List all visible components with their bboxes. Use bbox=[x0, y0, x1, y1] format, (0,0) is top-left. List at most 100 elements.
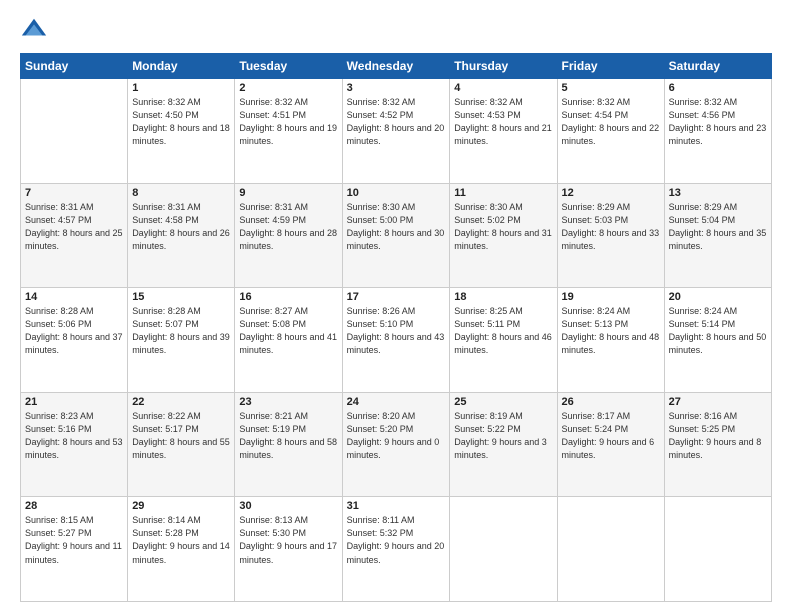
day-info: Sunrise: 8:20 AM Sunset: 5:20 PM Dayligh… bbox=[347, 410, 446, 462]
day-number: 2 bbox=[239, 82, 337, 94]
day-number: 12 bbox=[562, 187, 660, 199]
calendar-day-header: Saturday bbox=[664, 54, 771, 79]
logo-icon bbox=[20, 15, 48, 43]
day-number: 10 bbox=[347, 187, 446, 199]
calendar-cell: 21Sunrise: 8:23 AM Sunset: 5:16 PM Dayli… bbox=[21, 392, 128, 497]
calendar-cell: 13 Sunrise: 8:29 AM Sunset: 5:04 PM Dayli… bbox=[664, 183, 771, 288]
day-number: 27 bbox=[669, 396, 767, 408]
day-number: 8 bbox=[132, 187, 230, 199]
calendar-cell: 5 Sunrise: 8:32 AM Sunset: 4:54 PM Daylig… bbox=[557, 79, 664, 184]
day-number: 29 bbox=[132, 500, 230, 512]
day-info: Sunrise: 8:25 AM Sunset: 5:11 PM Dayligh… bbox=[454, 305, 552, 357]
calendar-cell: 20Sunrise: 8:24 AM Sunset: 5:14 PM Dayli… bbox=[664, 288, 771, 393]
calendar-week-row: 7 Sunrise: 8:31 AM Sunset: 4:57 PM Daylig… bbox=[21, 183, 772, 288]
calendar-cell: 27 Sunrise: 8:16 AM Sunset: 5:25 PM Dayli… bbox=[664, 392, 771, 497]
calendar-day-header: Thursday bbox=[450, 54, 557, 79]
day-number: 30 bbox=[239, 500, 337, 512]
day-info: Sunrise: 8:13 AM Sunset: 5:30 PM Dayligh… bbox=[239, 514, 337, 566]
header bbox=[20, 15, 772, 43]
day-number: 9 bbox=[239, 187, 337, 199]
calendar-cell: 12 Sunrise: 8:29 AM Sunset: 5:03 PM Dayli… bbox=[557, 183, 664, 288]
calendar-week-row: 21Sunrise: 8:23 AM Sunset: 5:16 PM Dayli… bbox=[21, 392, 772, 497]
day-info: Sunrise: 8:15 AM Sunset: 5:27 PM Dayligh… bbox=[25, 514, 123, 566]
day-info: Sunrise: 8:30 AM Sunset: 5:02 PM Dayligh… bbox=[454, 201, 552, 253]
day-info: Sunrise: 8:31 AM Sunset: 4:57 PM Dayligh… bbox=[25, 201, 123, 253]
day-number: 14 bbox=[25, 291, 123, 303]
logo bbox=[20, 15, 52, 43]
calendar-cell: 31 Sunrise: 8:11 AM Sunset: 5:32 PM Dayli… bbox=[342, 497, 450, 602]
day-info: Sunrise: 8:32 AM Sunset: 4:56 PM Dayligh… bbox=[669, 96, 767, 148]
day-info: Sunrise: 8:16 AM Sunset: 5:25 PM Dayligh… bbox=[669, 410, 767, 462]
calendar-cell bbox=[664, 497, 771, 602]
calendar-day-header: Sunday bbox=[21, 54, 128, 79]
calendar-cell: 28Sunrise: 8:15 AM Sunset: 5:27 PM Dayli… bbox=[21, 497, 128, 602]
calendar-cell: 9Sunrise: 8:31 AM Sunset: 4:59 PM Daylig… bbox=[235, 183, 342, 288]
calendar-cell: 7 Sunrise: 8:31 AM Sunset: 4:57 PM Daylig… bbox=[21, 183, 128, 288]
day-number: 6 bbox=[669, 82, 767, 94]
day-number: 7 bbox=[25, 187, 123, 199]
calendar-cell: 14 Sunrise: 8:28 AM Sunset: 5:06 PM Dayli… bbox=[21, 288, 128, 393]
day-info: Sunrise: 8:32 AM Sunset: 4:50 PM Dayligh… bbox=[132, 96, 230, 148]
calendar-cell: 11 Sunrise: 8:30 AM Sunset: 5:02 PM Dayli… bbox=[450, 183, 557, 288]
day-number: 25 bbox=[454, 396, 552, 408]
day-number: 1 bbox=[132, 82, 230, 94]
calendar-cell: 6 Sunrise: 8:32 AM Sunset: 4:56 PM Daylig… bbox=[664, 79, 771, 184]
day-number: 16 bbox=[239, 291, 337, 303]
calendar-table: SundayMondayTuesdayWednesdayThursdayFrid… bbox=[20, 53, 772, 602]
calendar-cell: 30 Sunrise: 8:13 AM Sunset: 5:30 PM Dayli… bbox=[235, 497, 342, 602]
day-info: Sunrise: 8:23 AM Sunset: 5:16 PM Dayligh… bbox=[25, 410, 123, 462]
calendar-cell: 3Sunrise: 8:32 AM Sunset: 4:52 PM Daylig… bbox=[342, 79, 450, 184]
calendar-day-header: Monday bbox=[128, 54, 235, 79]
day-info: Sunrise: 8:21 AM Sunset: 5:19 PM Dayligh… bbox=[239, 410, 337, 462]
day-number: 24 bbox=[347, 396, 446, 408]
day-number: 3 bbox=[347, 82, 446, 94]
calendar-cell: 4 Sunrise: 8:32 AM Sunset: 4:53 PM Daylig… bbox=[450, 79, 557, 184]
day-number: 4 bbox=[454, 82, 552, 94]
calendar-header-row: SundayMondayTuesdayWednesdayThursdayFrid… bbox=[21, 54, 772, 79]
day-info: Sunrise: 8:28 AM Sunset: 5:06 PM Dayligh… bbox=[25, 305, 123, 357]
calendar-cell bbox=[450, 497, 557, 602]
day-number: 23 bbox=[239, 396, 337, 408]
calendar-week-row: 28Sunrise: 8:15 AM Sunset: 5:27 PM Dayli… bbox=[21, 497, 772, 602]
day-info: Sunrise: 8:27 AM Sunset: 5:08 PM Dayligh… bbox=[239, 305, 337, 357]
calendar-week-row: 1 Sunrise: 8:32 AM Sunset: 4:50 PM Daylig… bbox=[21, 79, 772, 184]
day-info: Sunrise: 8:32 AM Sunset: 4:53 PM Dayligh… bbox=[454, 96, 552, 148]
day-info: Sunrise: 8:32 AM Sunset: 4:51 PM Dayligh… bbox=[239, 96, 337, 148]
day-number: 22 bbox=[132, 396, 230, 408]
day-number: 13 bbox=[669, 187, 767, 199]
day-number: 31 bbox=[347, 500, 446, 512]
calendar-cell: 1 Sunrise: 8:32 AM Sunset: 4:50 PM Daylig… bbox=[128, 79, 235, 184]
calendar-cell: 2 Sunrise: 8:32 AM Sunset: 4:51 PM Daylig… bbox=[235, 79, 342, 184]
calendar-cell: 15Sunrise: 8:28 AM Sunset: 5:07 PM Dayli… bbox=[128, 288, 235, 393]
calendar-cell: 18 Sunrise: 8:25 AM Sunset: 5:11 PM Dayli… bbox=[450, 288, 557, 393]
calendar-cell: 25Sunrise: 8:19 AM Sunset: 5:22 PM Dayli… bbox=[450, 392, 557, 497]
calendar-cell: 19Sunrise: 8:24 AM Sunset: 5:13 PM Dayli… bbox=[557, 288, 664, 393]
calendar-cell: 24 Sunrise: 8:20 AM Sunset: 5:20 PM Dayli… bbox=[342, 392, 450, 497]
day-info: Sunrise: 8:29 AM Sunset: 5:04 PM Dayligh… bbox=[669, 201, 767, 253]
calendar-cell: 8Sunrise: 8:31 AM Sunset: 4:58 PM Daylig… bbox=[128, 183, 235, 288]
calendar-day-header: Wednesday bbox=[342, 54, 450, 79]
day-info: Sunrise: 8:24 AM Sunset: 5:13 PM Dayligh… bbox=[562, 305, 660, 357]
day-number: 11 bbox=[454, 187, 552, 199]
calendar-cell: 10Sunrise: 8:30 AM Sunset: 5:00 PM Dayli… bbox=[342, 183, 450, 288]
calendar-day-header: Friday bbox=[557, 54, 664, 79]
day-info: Sunrise: 8:29 AM Sunset: 5:03 PM Dayligh… bbox=[562, 201, 660, 253]
day-number: 18 bbox=[454, 291, 552, 303]
day-info: Sunrise: 8:11 AM Sunset: 5:32 PM Dayligh… bbox=[347, 514, 446, 566]
calendar-cell bbox=[21, 79, 128, 184]
calendar-week-row: 14 Sunrise: 8:28 AM Sunset: 5:06 PM Dayli… bbox=[21, 288, 772, 393]
day-info: Sunrise: 8:32 AM Sunset: 4:54 PM Dayligh… bbox=[562, 96, 660, 148]
calendar-cell: 26Sunrise: 8:17 AM Sunset: 5:24 PM Dayli… bbox=[557, 392, 664, 497]
day-number: 17 bbox=[347, 291, 446, 303]
day-info: Sunrise: 8:14 AM Sunset: 5:28 PM Dayligh… bbox=[132, 514, 230, 566]
calendar-cell: 23 Sunrise: 8:21 AM Sunset: 5:19 PM Dayli… bbox=[235, 392, 342, 497]
calendar-cell: 16 Sunrise: 8:27 AM Sunset: 5:08 PM Dayli… bbox=[235, 288, 342, 393]
day-number: 15 bbox=[132, 291, 230, 303]
page: SundayMondayTuesdayWednesdayThursdayFrid… bbox=[0, 0, 792, 612]
calendar-cell bbox=[557, 497, 664, 602]
day-info: Sunrise: 8:26 AM Sunset: 5:10 PM Dayligh… bbox=[347, 305, 446, 357]
day-info: Sunrise: 8:22 AM Sunset: 5:17 PM Dayligh… bbox=[132, 410, 230, 462]
day-number: 26 bbox=[562, 396, 660, 408]
calendar-cell: 29 Sunrise: 8:14 AM Sunset: 5:28 PM Dayli… bbox=[128, 497, 235, 602]
day-number: 5 bbox=[562, 82, 660, 94]
